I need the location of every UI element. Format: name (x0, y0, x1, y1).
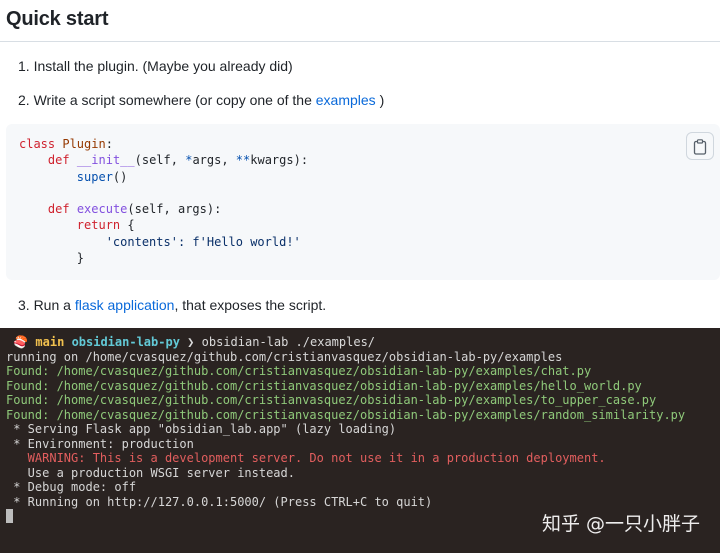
code-function-name: execute (76, 202, 128, 217)
terminal-line: Found: /home/cvasquez/github.com/cristia… (6, 378, 642, 393)
code-params: kwargs): (250, 153, 309, 168)
code-params: args, (192, 153, 236, 168)
step-3-suffix: , that exposes the script. (174, 297, 327, 313)
code-punct: : (105, 137, 113, 151)
git-branch: main (35, 335, 65, 349)
prompt-icon: 🍣 (13, 335, 29, 349)
step-2: 2. Write a script somewhere (or copy one… (18, 92, 384, 108)
terminal-line: Found: /home/cvasquez/github.com/cristia… (6, 407, 686, 422)
step-2-suffix: ) (375, 92, 385, 108)
step-2-text: 2. Write a script somewhere (or copy one… (18, 92, 316, 108)
copy-button[interactable] (686, 132, 714, 160)
terminal-line: * Running on http://127.0.0.1:5000/ (Pre… (6, 494, 433, 509)
examples-link[interactable]: examples (316, 92, 376, 108)
code-keyword: class (19, 137, 56, 151)
flask-application-link[interactable]: flask application (75, 297, 175, 313)
terminal-line: Found: /home/cvasquez/github.com/cristia… (6, 393, 657, 407)
terminal-command: obsidian-lab ./examples/ (201, 335, 376, 349)
terminal-text: 🍣 main obsidian-lab-py ❯ obsidian-lab ./… (6, 335, 685, 509)
terminal-line: * Environment: production (6, 436, 194, 451)
code-punct: } (76, 251, 85, 266)
heading-divider (0, 41, 720, 42)
code-punct: { (120, 218, 135, 233)
page-heading: Quick start (6, 8, 109, 30)
terminal-cursor (6, 509, 13, 523)
terminal-warning: WARNING: This is a development server. D… (6, 451, 606, 465)
code-keyword: def (47, 153, 70, 168)
watermark: 知乎 @一只小胖子 (541, 513, 700, 535)
code-operator: ** (235, 153, 251, 168)
code-function-name: __init__ (76, 153, 135, 168)
clipboard-icon (693, 139, 707, 155)
code-keyword: return (76, 218, 121, 233)
code-string: 'contents' (105, 234, 178, 249)
terminal-line: Use a production WSGI server instead. (6, 465, 295, 480)
terminal-line: * Debug mode: off (6, 480, 137, 494)
step-1: 1. Install the plugin. (Maybe you alread… (18, 58, 293, 74)
code-keyword: def (47, 202, 70, 217)
terminal-line: Found: /home/cvasquez/github.com/cristia… (6, 364, 592, 378)
code-params: (self, args): (127, 202, 222, 217)
code-params: (self, (134, 153, 186, 168)
repo-name: obsidian-lab-py (71, 335, 180, 349)
step-3: 3. Run a flask application, that exposes… (18, 297, 326, 313)
code-builtin: super (76, 169, 113, 184)
code-snippet: class Plugin: def __init__(self, *args, … (19, 136, 308, 266)
terminal-line: running on /home/cvasquez/github.com/cri… (6, 349, 563, 364)
terminal-line: * Serving Flask app "obsidian_lab.app" (… (6, 422, 397, 436)
code-punct: () (112, 169, 128, 184)
step-3-text: 3. Run a (18, 297, 75, 313)
code-string: : f'Hello world!' (177, 234, 301, 249)
prompt-chevron: ❯ (187, 335, 195, 349)
code-block: class Plugin: def __init__(self, *args, … (6, 124, 720, 280)
code-class-name: Plugin (62, 137, 106, 151)
